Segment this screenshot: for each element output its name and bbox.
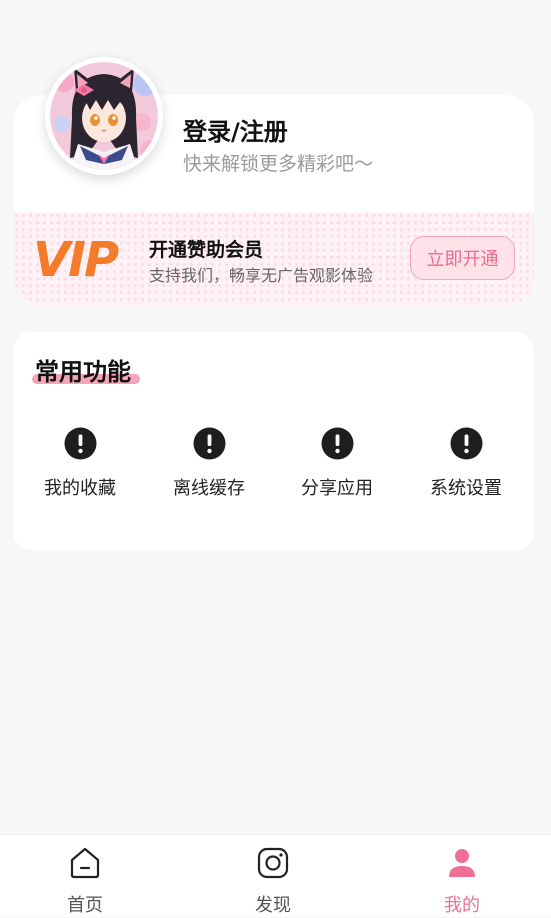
section-title: 常用功能 xyxy=(35,358,131,386)
section-title-wrap: 常用功能 xyxy=(32,352,140,387)
alert-icon xyxy=(193,427,226,460)
function-system-settings[interactable]: 系统设置 xyxy=(406,427,526,507)
function-offline-cache[interactable]: 离线缓存 xyxy=(149,427,269,507)
avatar[interactable] xyxy=(45,57,163,175)
function-label: 分享应用 xyxy=(301,478,373,499)
vip-open-button[interactable]: 立即开通 xyxy=(410,236,515,280)
login-register-link[interactable]: 登录/注册 xyxy=(183,112,288,147)
vip-banner[interactable]: VIP 开通赞助会员 支持我们，畅享无广告观影体验 立即开通 xyxy=(13,212,534,305)
nav-label: 我的 xyxy=(444,895,480,916)
alert-icon xyxy=(64,427,97,460)
login-subtitle: 快来解锁更多精彩吧～ xyxy=(183,153,374,175)
common-functions-card: 常用功能 我的收藏 离线缓存 分享应用 系统设置 xyxy=(13,332,534,550)
svg-text:VIP: VIP xyxy=(33,233,119,283)
vip-description: 支持我们，畅享无广告观影体验 xyxy=(149,266,374,285)
nav-discover[interactable]: 发现 xyxy=(213,835,333,918)
camera-icon xyxy=(257,847,289,879)
nav-label: 发现 xyxy=(255,895,291,916)
function-label: 离线缓存 xyxy=(173,478,245,499)
nav-home[interactable]: 首页 xyxy=(25,835,145,918)
nav-mine[interactable]: 我的 xyxy=(402,835,522,918)
home-icon xyxy=(70,847,100,879)
vip-logo: VIP xyxy=(33,233,121,283)
function-favorites[interactable]: 我的收藏 xyxy=(20,427,140,507)
alert-icon xyxy=(450,427,483,460)
vip-title: 开通赞助会员 xyxy=(149,239,264,261)
user-icon xyxy=(449,849,475,877)
bottom-nav: 首页 发现 我的 xyxy=(0,834,551,917)
function-label: 系统设置 xyxy=(430,478,502,499)
function-label: 我的收藏 xyxy=(44,478,116,499)
function-share-app[interactable]: 分享应用 xyxy=(277,427,397,507)
alert-icon xyxy=(321,427,354,460)
nav-label: 首页 xyxy=(67,895,103,916)
avatar-image xyxy=(50,62,158,170)
